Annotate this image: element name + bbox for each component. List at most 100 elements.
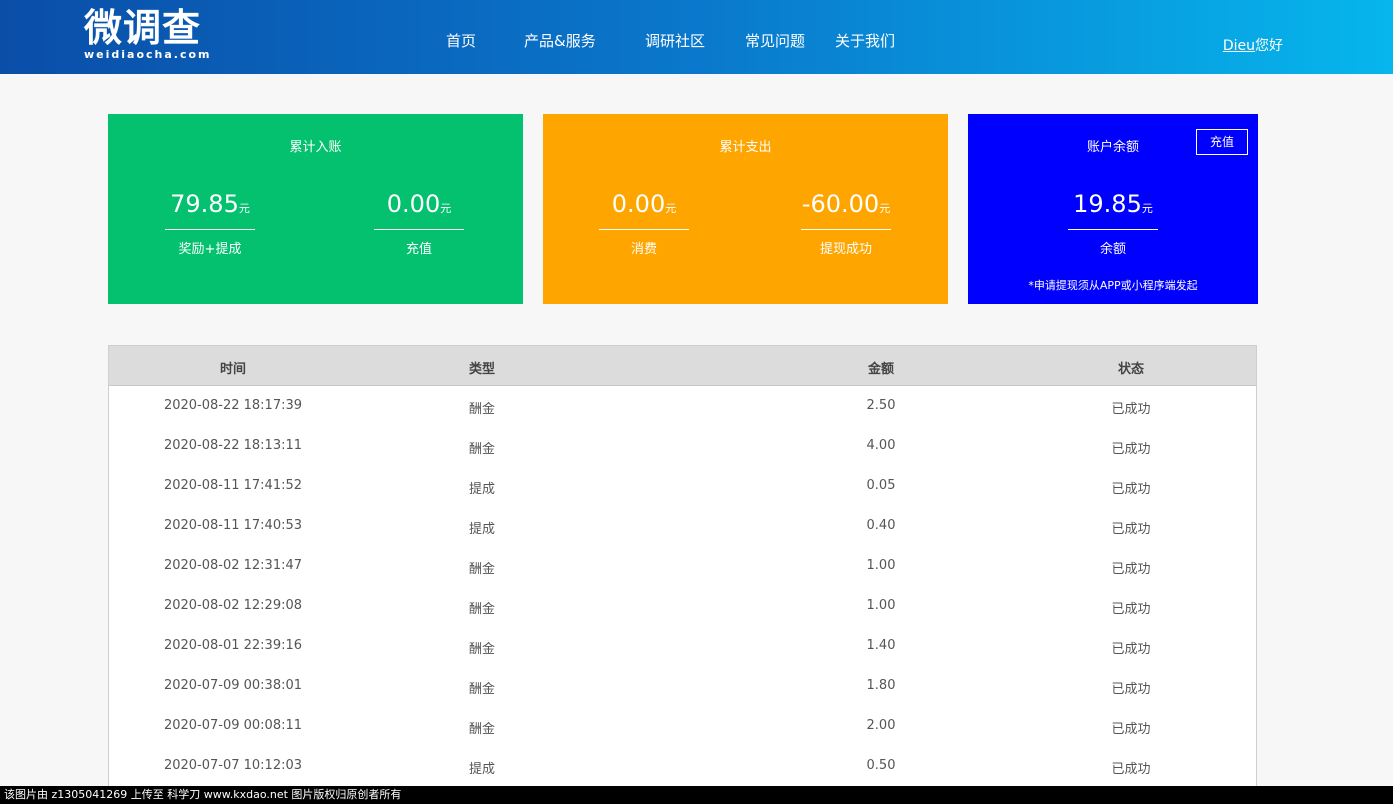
cell-amount: 2.00: [866, 718, 896, 733]
expense-stat-consume: 0.00元 消费: [599, 188, 689, 257]
expense-card: 累计支出 0.00元 消费 -60.00元 提现成功: [543, 114, 948, 304]
logo-sub-text: weidiaocha.com: [84, 48, 212, 61]
cell-amount: 4.00: [866, 438, 896, 453]
income-recharge-value-wrap: 0.00元: [374, 188, 464, 230]
income-stat-recharge: 0.00元 充值: [374, 188, 464, 257]
balance-card: 账户余额 充值 19.85元 余额 *申请提现须从APP或小程序端发起: [968, 114, 1258, 304]
nav-item-community[interactable]: 调研社区: [645, 30, 705, 51]
user-name-link[interactable]: Dieu: [1223, 38, 1255, 54]
income-reward-label: 奖励+提成: [178, 242, 242, 257]
table-row: 2020-08-02 12:29:08 酬金 1.00 已成功: [109, 586, 1256, 626]
table-row: 2020-07-07 10:12:03 提成 0.50 已成功: [109, 746, 1256, 786]
cell-type: 酬金: [468, 402, 495, 417]
cell-type: 酬金: [468, 642, 495, 657]
income-card-title: 累计入账: [289, 140, 342, 155]
table-row: 2020-08-22 18:13:11 酬金 4.00 已成功: [109, 426, 1256, 466]
withdraw-note: *申请提现须从APP或小程序端发起: [1028, 279, 1198, 292]
col-header-time: 时间: [219, 362, 246, 377]
table-row: 2020-08-11 17:41:52 提成 0.05 已成功: [109, 466, 1256, 506]
top-header: 微调查 weidiaocha.com 首页 产品&服务 调研社区 常见问题 关于…: [0, 0, 1393, 74]
income-card: 累计入账 79.85元 奖励+提成 0.00元 充值: [108, 114, 523, 304]
cell-time: 2020-08-01 22:39:16: [163, 638, 303, 653]
cell-time: 2020-07-09 00:08:11: [163, 718, 303, 733]
expense-withdraw-value: -60.00: [801, 190, 880, 218]
cell-status: 已成功: [1111, 562, 1151, 577]
expense-consume-label: 消费: [630, 242, 657, 257]
user-greeting: Dieu您好: [1223, 35, 1283, 55]
income-reward-value-wrap: 79.85元: [165, 188, 255, 230]
income-reward-unit: 元: [238, 202, 250, 215]
cell-amount: 1.00: [866, 558, 896, 573]
balance-label: 余额: [1099, 242, 1126, 257]
balance-value: 19.85: [1073, 190, 1142, 218]
cell-time: 2020-08-02 12:31:47: [163, 558, 303, 573]
table-body: 2020-08-22 18:17:39 酬金 2.50 已成功 2020-08-22 1…: [109, 386, 1256, 786]
cell-time: 2020-08-11 17:41:52: [163, 478, 303, 493]
cell-time: 2020-08-02 12:29:08: [163, 598, 303, 613]
cell-status: 已成功: [1111, 402, 1151, 417]
cell-amount: 1.40: [866, 638, 896, 653]
cell-status: 已成功: [1111, 482, 1151, 497]
cell-time: 2020-08-11 17:40:53: [163, 518, 303, 533]
table-row: 2020-07-09 00:08:11 酬金 2.00 已成功: [109, 706, 1256, 746]
cell-amount: 1.80: [866, 678, 896, 693]
cell-time: 2020-08-22 18:13:11: [163, 438, 303, 453]
expense-withdraw-label: 提现成功: [819, 242, 872, 257]
cell-amount: 0.40: [866, 518, 896, 533]
nav-item-products[interactable]: 产品&服务: [524, 30, 596, 51]
balance-unit: 元: [1141, 202, 1153, 215]
cell-amount: 0.05: [866, 478, 896, 493]
nav-item-home[interactable]: 首页: [446, 30, 476, 51]
expense-card-title: 累计支出: [719, 140, 772, 155]
balance-stat: 19.85元 余额: [1068, 188, 1158, 257]
table-header: 时间 类型 金额 状态: [109, 346, 1256, 386]
table-row: 2020-08-11 17:40:53 提成 0.40 已成功: [109, 506, 1256, 546]
cell-status: 已成功: [1111, 602, 1151, 617]
greeting-text: 您好: [1255, 38, 1283, 54]
table-row: 2020-07-09 00:38:01 酬金 1.80 已成功: [109, 666, 1256, 706]
site-logo[interactable]: 微调查 weidiaocha.com: [84, 6, 224, 68]
table-row: 2020-08-01 22:39:16 酬金 1.40 已成功: [109, 626, 1256, 666]
cell-amount: 2.50: [866, 398, 896, 413]
cell-status: 已成功: [1111, 642, 1151, 657]
col-header-status: 状态: [1117, 362, 1144, 377]
cell-type: 酬金: [468, 722, 495, 737]
expense-consume-unit: 元: [665, 202, 677, 215]
cell-status: 已成功: [1111, 762, 1151, 777]
cell-status: 已成功: [1111, 522, 1151, 537]
cell-type: 酬金: [468, 442, 495, 457]
col-header-type: 类型: [468, 362, 495, 377]
cell-amount: 0.50: [866, 758, 896, 773]
income-recharge-label: 充值: [405, 242, 432, 257]
transactions-table: 时间 类型 金额 状态 2020-08-22 18:17:39 酬金 2.50 已成功…: [108, 345, 1257, 804]
income-stat-reward: 79.85元 奖励+提成: [165, 188, 255, 257]
nav-item-faq[interactable]: 常见问题: [745, 30, 805, 51]
table-row: 2020-08-02 12:31:47 酬金 1.00 已成功: [109, 546, 1256, 586]
col-header-amount: 金额: [867, 362, 894, 377]
cell-type: 酬金: [468, 562, 495, 577]
recharge-button[interactable]: 充值: [1196, 129, 1248, 155]
income-recharge-unit: 元: [440, 202, 452, 215]
cell-type: 提成: [468, 522, 495, 537]
cell-type: 提成: [468, 482, 495, 497]
income-recharge-value: 0.00: [386, 190, 441, 218]
cell-status: 已成功: [1111, 442, 1151, 457]
expense-withdraw-unit: 元: [879, 202, 891, 215]
cell-time: 2020-08-22 18:17:39: [163, 398, 303, 413]
expense-withdraw-value-wrap: -60.00元: [801, 188, 891, 230]
cell-status: 已成功: [1111, 722, 1151, 737]
cell-type: 酬金: [468, 682, 495, 697]
cell-type: 提成: [468, 762, 495, 777]
expense-consume-value-wrap: 0.00元: [599, 188, 689, 230]
cell-amount: 1.00: [866, 598, 896, 613]
income-reward-value: 79.85: [170, 190, 239, 218]
cell-status: 已成功: [1111, 682, 1151, 697]
logo-main-text: 微调查: [84, 6, 202, 50]
balance-value-wrap: 19.85元: [1068, 188, 1158, 230]
cell-time: 2020-07-09 00:38:01: [163, 678, 303, 693]
watermark-bar: 该图片由 z1305041269 上传至 科学刀 www.kxdao.net 图…: [0, 786, 1393, 804]
table-row: 2020-08-22 18:17:39 酬金 2.50 已成功: [109, 386, 1256, 426]
nav-item-about[interactable]: 关于我们: [835, 30, 895, 51]
expense-consume-value: 0.00: [611, 190, 666, 218]
cell-time: 2020-07-07 10:12:03: [163, 758, 303, 773]
